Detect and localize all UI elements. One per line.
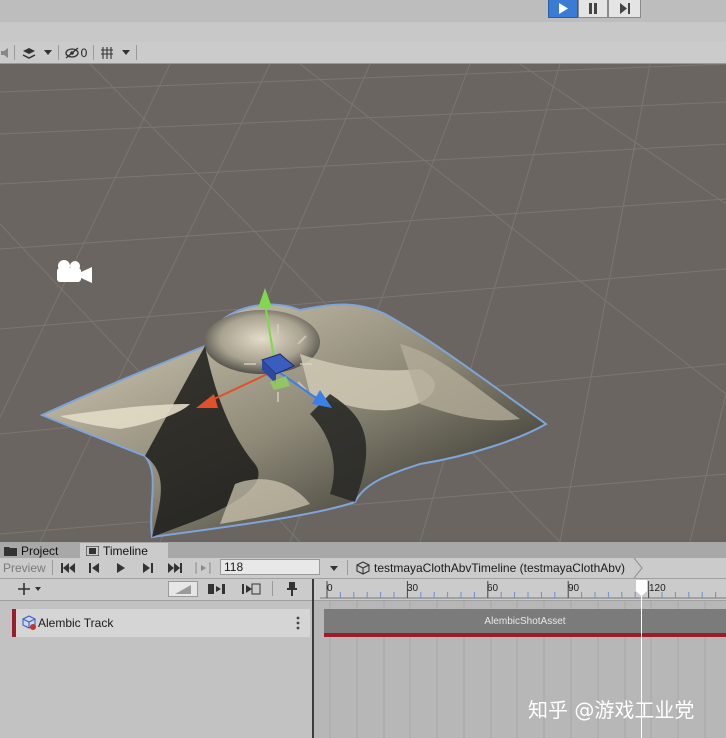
add-track-button[interactable] [14,581,46,597]
step-back-icon [89,563,99,573]
play-button[interactable] [548,0,578,18]
step-forward-icon [619,3,630,14]
next-frame-button[interactable] [136,560,160,576]
play-timeline-button[interactable] [108,560,134,576]
grid-snap-icon[interactable] [97,44,117,61]
frame-field[interactable]: 118 [220,559,320,575]
hidden-count: 0 [80,45,88,60]
playmode-toolbar [0,0,726,22]
ruler-label-30: 30 [407,583,419,594]
cloth-mesh [39,303,548,539]
plus-icon [18,583,41,595]
frame-dropdown-chevron-down-icon[interactable] [326,560,342,576]
step-button[interactable] [608,0,641,18]
step-forward-icon [143,563,153,573]
effects-dropdown-chevron-down-icon[interactable] [40,44,56,61]
grid-dropdown-chevron-down-icon[interactable] [118,44,134,61]
preview-label[interactable]: Preview [3,561,46,575]
tab-project[interactable]: Project [4,543,58,558]
track-list: Alembic Track [0,601,313,738]
timeline-toolbar: Preview 118 testmayaClothAbvTimeline (te… [0,558,726,579]
go-to-start-button[interactable] [56,560,80,576]
snap-toggle[interactable] [168,581,198,597]
pin-icon[interactable] [282,581,302,597]
camera-icon [57,260,92,283]
eye-slash-icon [65,47,79,58]
play-icon [117,563,125,573]
watermark-text: 知乎 @游戏工业党 [528,698,695,722]
cube-icon [356,561,370,575]
timeline-asset-label: testmayaClothAbvTimeline (testmayaClothA… [374,561,625,575]
play-range-button[interactable] [192,560,214,576]
film-icon [86,545,99,556]
go-to-end-button[interactable] [162,560,188,576]
timeline-track-toolbar [0,579,726,601]
track-header-alembic[interactable]: Alembic Track [12,609,310,637]
track-name: Alembic Track [38,616,114,630]
scene-view[interactable] [0,64,726,542]
scene-viewport-graphics [0,64,726,542]
panel-tabs: Project Timeline [0,542,726,558]
breadcrumb-chevron-icon [633,558,643,578]
pause-button[interactable] [578,0,608,18]
play-icon [559,3,568,14]
toolbar-strip [0,22,726,43]
timeline-breadcrumb[interactable]: testmayaClothAbvTimeline (testmayaClothA… [352,558,657,578]
effects-icon[interactable] [18,44,40,61]
track-menu-icon[interactable] [296,616,300,630]
ruler-label-60: 60 [487,583,499,594]
ripple-edit-icon[interactable] [204,581,230,597]
playhead-handle[interactable] [636,580,647,596]
previous-frame-button[interactable] [82,560,106,576]
ruler-label-0: 0 [327,583,333,594]
skip-back-icon [61,563,75,573]
pause-icon [589,3,597,14]
key-mode-icon[interactable] [238,581,266,597]
ruler-label-90: 90 [568,583,580,594]
play-range-icon [195,562,211,574]
scene-toolbar: 0 [0,42,726,64]
clip-label: AlembicShotAsset [484,616,566,627]
folder-icon [4,546,17,556]
audio-icon[interactable] [0,44,14,61]
tab-timeline[interactable]: Timeline [80,543,168,558]
alembic-cube-icon [22,615,36,630]
hidden-objects-toggle[interactable]: 0 [62,44,90,61]
ruler-label-120: 120 [649,583,666,594]
clip-alembic-shot-asset[interactable]: AlembicShotAsset [324,609,726,637]
skip-forward-icon [168,563,182,573]
